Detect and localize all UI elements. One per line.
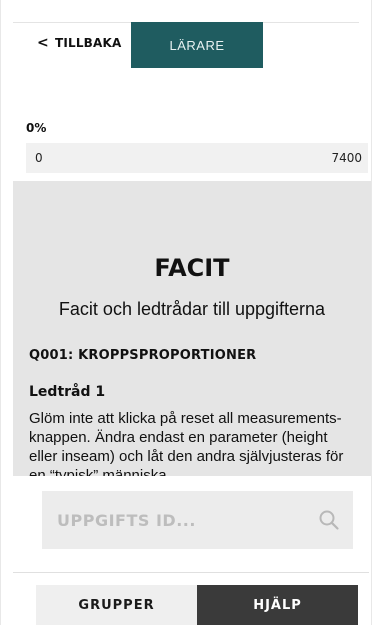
help-button[interactable]: HJÄLP [197, 585, 358, 625]
hint-text: Glöm inte att klicka på reset all measur… [29, 410, 344, 476]
back-label: TILLBAKA [54, 36, 122, 50]
teacher-tab-label: LÄRARE [169, 37, 225, 53]
progress-percent: 0% [26, 121, 47, 135]
back-button[interactable]: < TILLBAKA [37, 36, 122, 50]
bottom-nav: GRUPPER HJÄLP [36, 585, 358, 625]
page: < TILLBAKA LÄRARE 0% 0 7400 FACIT Facit … [0, 0, 372, 625]
facit-subtitle: Facit och ledtrådar till uppgifterna [58, 299, 326, 319]
progress-range-bar: 0 7400 [26, 143, 368, 173]
facit-panel[interactable]: FACIT Facit och ledtrådar till uppgifter… [13, 181, 371, 476]
search-box[interactable] [42, 491, 353, 549]
range-max: 7400 [331, 151, 362, 165]
range-min: 0 [35, 151, 43, 165]
question-title: Q001: KROPPSPROPORTIONER [29, 348, 257, 363]
task-id-search-input[interactable] [57, 510, 297, 530]
bottom-divider [13, 572, 369, 573]
teacher-tab[interactable]: LÄRARE [131, 22, 263, 68]
search-icon[interactable] [317, 508, 341, 532]
groups-button[interactable]: GRUPPER [36, 585, 197, 625]
facit-title: FACIT [154, 254, 230, 282]
help-label: HJÄLP [253, 597, 302, 613]
hint-title: Ledtråd 1 [29, 384, 106, 400]
groups-label: GRUPPER [78, 597, 155, 613]
chevron-left-icon: < [37, 35, 49, 51]
search-area [13, 476, 371, 570]
